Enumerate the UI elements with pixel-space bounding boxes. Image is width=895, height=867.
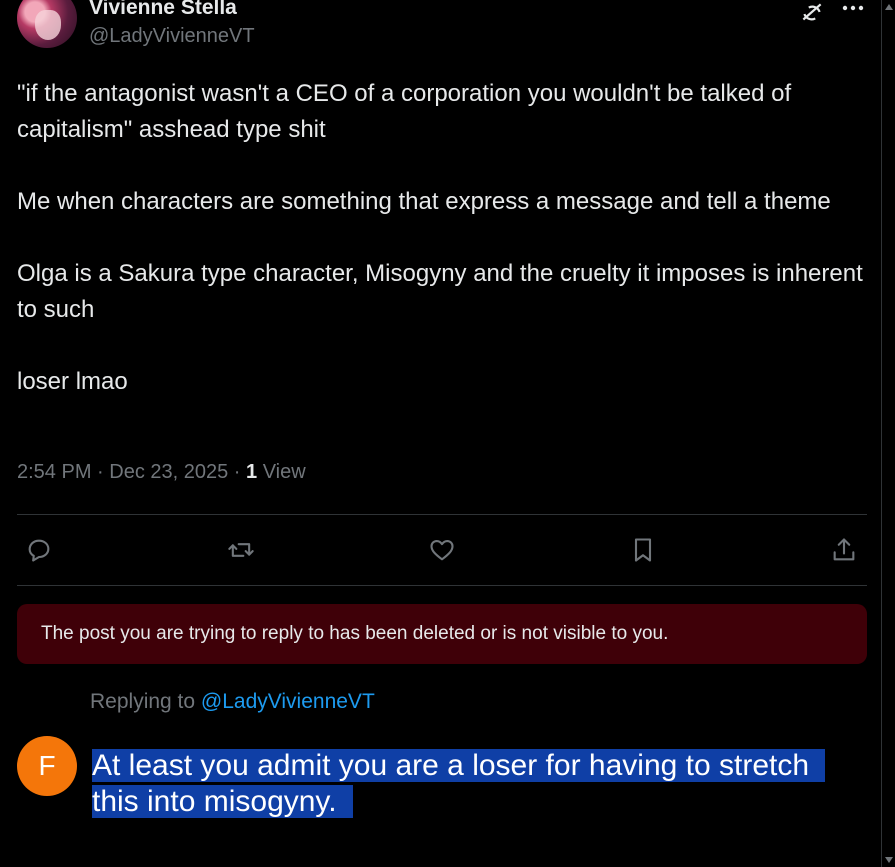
- share-button[interactable]: [824, 531, 864, 569]
- post-body: "if the antagonist wasn't a CEO of a cor…: [17, 76, 867, 400]
- author-avatar[interactable]: [17, 0, 77, 48]
- repost-button[interactable]: [221, 531, 261, 569]
- post-paragraph: loser lmao: [17, 368, 128, 395]
- more-icon[interactable]: [841, 2, 865, 22]
- bookmark-button[interactable]: [623, 531, 663, 569]
- scrollbar[interactable]: [881, 0, 895, 867]
- repost-icon: [228, 543, 254, 557]
- grok-icon[interactable]: [799, 0, 825, 26]
- reply-author-avatar[interactable]: F: [17, 736, 77, 796]
- divider: [17, 585, 867, 586]
- reply-selected-text: At least you admit you are a loser for h…: [92, 749, 826, 818]
- post-meta: 2:54 PM · Dec 23, 2025 · 1 View: [17, 461, 306, 484]
- post-paragraph: Me when characters are something that ex…: [17, 188, 831, 215]
- scroll-up-arrow-icon[interactable]: [885, 4, 893, 10]
- view-label: View: [257, 461, 306, 483]
- like-icon: [430, 539, 454, 561]
- reply-icon: [28, 539, 50, 562]
- view-count: 1: [246, 461, 258, 483]
- divider: [17, 514, 867, 515]
- post-timestamp[interactable]: 2:54 PM · Dec 23, 2025 ·: [17, 461, 246, 483]
- deleted-post-notice: The post you are trying to reply to has …: [17, 604, 867, 664]
- deleted-post-notice-text: The post you are trying to reply to has …: [41, 623, 669, 644]
- replying-to: Replying to @LadyVivienneVT: [90, 690, 375, 714]
- author-handle[interactable]: @LadyVivienneVT: [89, 25, 255, 48]
- post-paragraph: Olga is a Sakura type character, Misogyn…: [17, 260, 863, 323]
- scroll-down-arrow-icon[interactable]: [885, 857, 893, 863]
- reply-avatar-letter: F: [38, 750, 56, 781]
- reply-compose-text[interactable]: At least you admit you are a loser for h…: [92, 748, 837, 820]
- action-bar: [17, 531, 867, 569]
- post-paragraph: "if the antagonist wasn't a CEO of a cor…: [17, 80, 792, 143]
- share-icon: [833, 538, 855, 561]
- reply-button[interactable]: [19, 531, 59, 569]
- bookmark-icon: [634, 538, 652, 562]
- post-header: Vivienne Stella @LadyVivienneVT: [17, 0, 867, 52]
- like-button[interactable]: [422, 531, 462, 569]
- replying-to-mention[interactable]: @LadyVivienneVT: [201, 690, 375, 713]
- replying-to-prefix: Replying to: [90, 690, 201, 713]
- page: Vivienne Stella @LadyVivienneVT "if the …: [0, 0, 895, 867]
- author-display-name[interactable]: Vivienne Stella: [89, 0, 237, 20]
